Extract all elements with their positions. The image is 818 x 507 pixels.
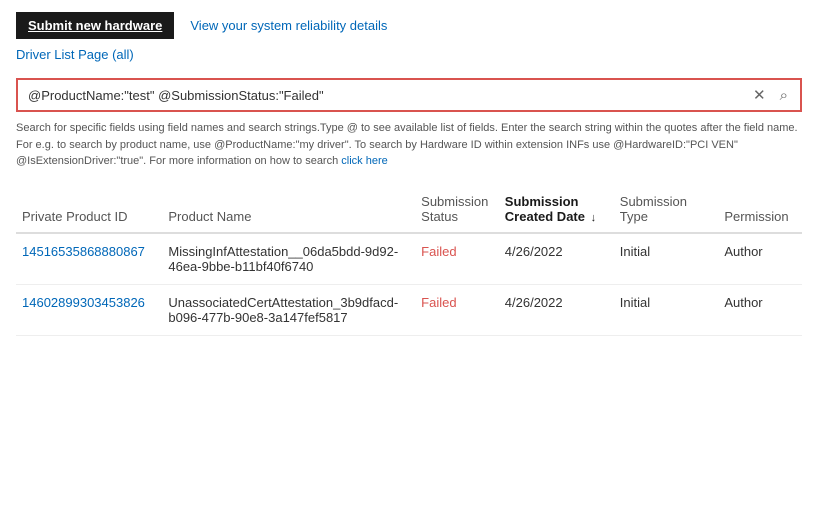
top-nav: Submit new hardware View your system rel… — [16, 12, 802, 39]
search-box: ✕ ⌕ — [16, 78, 802, 112]
product-name-cell: UnassociatedCertAttestation_3b9dfacd-b09… — [162, 284, 415, 335]
col-header-submission-status: Submission Status — [415, 186, 499, 233]
col-header-submission-type: Submission Type — [614, 186, 719, 233]
driver-list-link[interactable]: Driver List Page (all) — [16, 47, 802, 62]
col-header-product-name: Product Name — [162, 186, 415, 233]
submit-new-hardware-button[interactable]: Submit new hardware — [16, 12, 174, 39]
col-header-private-product-id: Private Product ID — [16, 186, 162, 233]
submission-type-cell: Initial — [614, 284, 719, 335]
search-actions: ✕ ⌕ — [751, 86, 790, 104]
submission-status-cell: Failed — [415, 284, 499, 335]
table-row: 14602899303453826 UnassociatedCertAttesta… — [16, 284, 802, 335]
col-header-permission: Permission — [718, 186, 802, 233]
permission-cell: Author — [718, 233, 802, 285]
product-id-link[interactable]: 14516535868880867 — [22, 244, 145, 259]
search-input[interactable] — [28, 88, 751, 103]
submission-created-date-cell: 4/26/2022 — [499, 284, 614, 335]
product-id-link[interactable]: 14602899303453826 — [22, 295, 145, 310]
permission-cell: Author — [718, 284, 802, 335]
search-help-link[interactable]: click here — [341, 155, 387, 167]
submissions-table: Private Product ID Product Name Submissi… — [16, 186, 802, 336]
table-row: 14516535868880867 MissingInfAttestation__… — [16, 233, 802, 285]
table-header-row: Private Product ID Product Name Submissi… — [16, 186, 802, 233]
search-hint: Search for specific fields using field n… — [16, 120, 802, 170]
reliability-link[interactable]: View your system reliability details — [190, 18, 387, 33]
sort-arrow-icon: ↓ — [591, 212, 597, 224]
submission-type-cell: Initial — [614, 233, 719, 285]
search-button[interactable]: ⌕ — [778, 87, 790, 104]
clear-search-button[interactable]: ✕ — [751, 86, 768, 104]
submission-status-cell: Failed — [415, 233, 499, 285]
submission-created-date-cell: 4/26/2022 — [499, 233, 614, 285]
product-name-cell: MissingInfAttestation__06da5bdd-9d92-46e… — [162, 233, 415, 285]
col-header-submission-created-date[interactable]: Submission Created Date ↓ — [499, 186, 614, 233]
